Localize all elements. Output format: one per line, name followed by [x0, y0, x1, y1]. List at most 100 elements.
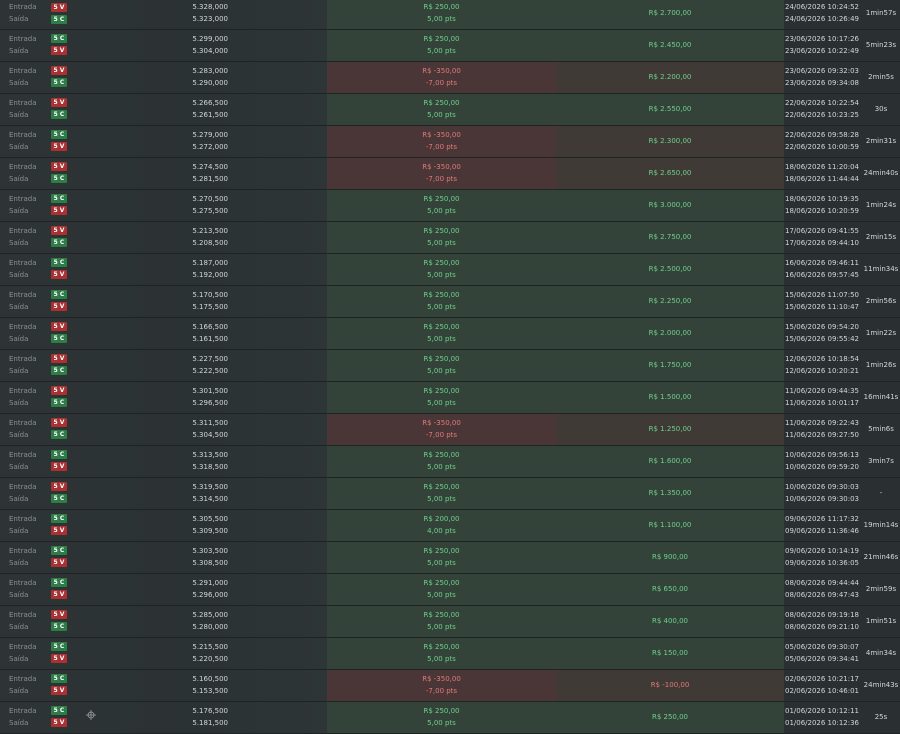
result-points: 5,00 pts — [427, 367, 456, 375]
table-row[interactable]: Entrada Saída 5 V 5 C 5.301,500 5.296,500 R$ 2… — [0, 382, 900, 414]
entry-side-badge: 5 C — [51, 706, 67, 715]
entry-datetime: 02/06/2026 10:21:17 — [784, 675, 859, 683]
result-value: R$ -350,00 — [422, 419, 461, 427]
exit-price: 5.261,500 — [192, 111, 228, 119]
exit-label: Saída — [9, 143, 29, 151]
entry-price: 5.319,500 — [192, 483, 228, 491]
entry-side-badge: 5 C — [51, 674, 67, 683]
entry-label: Entrada — [9, 419, 37, 427]
exit-side-badge: 5 C — [51, 78, 67, 87]
table-row[interactable]: Entrada Saída 5 C 5 V 5.270,500 5.275,500 R$ 2… — [0, 190, 900, 222]
table-row[interactable]: Entrada Saída 5 V 5 C 5.227,500 5.222,500 R$ 2… — [0, 350, 900, 382]
duration: 2min59s — [865, 585, 897, 593]
entry-price: 5.303,500 — [192, 547, 228, 555]
duration: 30s — [874, 105, 888, 113]
duration: 1min57s — [865, 9, 897, 17]
table-row[interactable]: Entrada Saída 5 V 5 C 5.328,000 5.323,000 R$ 2… — [0, 0, 900, 30]
exit-price: 5.181,500 — [192, 719, 228, 727]
exit-label: Saída — [9, 239, 29, 247]
balance: R$ 1.750,00 — [648, 361, 692, 369]
entry-side-badge: 5 C — [51, 290, 67, 299]
exit-datetime: 17/06/2026 09:44:10 — [784, 239, 859, 247]
entry-side-badge: 5 V — [51, 610, 67, 619]
balance: R$ 2.650,00 — [648, 169, 692, 177]
balance: R$ 3.000,00 — [648, 201, 692, 209]
exit-label: Saída — [9, 495, 29, 503]
entry-datetime: 10/06/2026 09:30:03 — [784, 483, 859, 491]
table-row[interactable]: Entrada Saída 5 V 5 C 5.266,500 5.261,500 R$ 2… — [0, 94, 900, 126]
entry-side-badge: 5 V — [51, 98, 67, 107]
table-row[interactable]: Entrada Saída 5 V 5 C 5.311,500 5.304,500 R$ -… — [0, 414, 900, 446]
table-row[interactable]: Entrada Saída 5 V 5 C 5.213,500 5.208,500 R$ 2… — [0, 222, 900, 254]
exit-side-badge: 5 C — [51, 110, 67, 119]
exit-price: 5.161,500 — [192, 335, 228, 343]
table-row[interactable]: Entrada Saída 5 C 5 V 5.187,000 5.192,000 R$ 2… — [0, 254, 900, 286]
entry-datetime: 08/06/2026 09:19:18 — [784, 611, 859, 619]
exit-price: 5.296,500 — [192, 399, 228, 407]
duration: 24min40s — [863, 169, 899, 177]
exit-price: 5.220,500 — [192, 655, 228, 663]
duration: 21min46s — [863, 553, 899, 561]
entry-datetime: 15/06/2026 11:07:50 — [784, 291, 859, 299]
exit-side-badge: 5 C — [51, 398, 67, 407]
table-row[interactable]: Entrada Saída 5 C 5 V 5.305,500 5.309,500 R$ 2… — [0, 510, 900, 542]
entry-label: Entrada — [9, 515, 37, 523]
entry-datetime: 23/06/2026 10:17:26 — [784, 35, 859, 43]
table-row[interactable]: Entrada Saída 5 C 5 V 5.170,500 5.175,500 R$ 2… — [0, 286, 900, 318]
entry-datetime: 08/06/2026 09:44:44 — [784, 579, 859, 587]
table-row[interactable]: Entrada Saída 5 V 5 C 5.274,500 5.281,500 R$ -… — [0, 158, 900, 190]
table-row[interactable]: Entrada Saída 5 C 5 V 5.215,500 5.220,500 R$ 2… — [0, 638, 900, 670]
result-points: 5,00 pts — [427, 559, 456, 567]
entry-datetime: 17/06/2026 09:41:55 — [784, 227, 859, 235]
result-value: R$ -350,00 — [422, 163, 461, 171]
entry-side-badge: 5 C — [51, 258, 67, 267]
exit-price: 5.153,500 — [192, 687, 228, 695]
table-row[interactable]: Entrada Saída 5 V 5 C 5.285,000 5.280,000 R$ 2… — [0, 606, 900, 638]
exit-side-badge: 5 V — [51, 590, 67, 599]
exit-label: Saída — [9, 687, 29, 695]
exit-label: Saída — [9, 559, 29, 567]
duration: 4min34s — [865, 649, 897, 657]
exit-datetime: 09/06/2026 11:36:46 — [784, 527, 859, 535]
duration: 24min43s — [863, 681, 899, 689]
exit-datetime: 16/06/2026 09:57:45 — [784, 271, 859, 279]
exit-datetime: 01/06/2026 10:12:36 — [784, 719, 859, 727]
exit-datetime: 24/06/2026 10:26:49 — [784, 15, 859, 23]
result-points: 5,00 pts — [427, 111, 456, 119]
result-value: R$ 250,00 — [423, 291, 460, 299]
table-row[interactable]: Entrada Saída 5 V 5 C 5.319,500 5.314,500 R$ 2… — [0, 478, 900, 510]
table-row[interactable]: Entrada Saída 5 C 5 V 5.160,500 5.153,500 R$ -… — [0, 670, 900, 702]
exit-price: 5.175,500 — [192, 303, 228, 311]
balance: R$ 1.250,00 — [648, 425, 692, 433]
balance: R$ 1.600,00 — [648, 457, 692, 465]
table-row[interactable]: Entrada Saída 5 C 5 V 5.299,000 5.304,000 R$ 2… — [0, 30, 900, 62]
entry-label: Entrada — [9, 387, 37, 395]
entry-price: 5.283,000 — [192, 67, 228, 75]
table-row[interactable]: Entrada Saída 5 V 5 C 5.166,500 5.161,500 R$ 2… — [0, 318, 900, 350]
exit-price: 5.281,500 — [192, 175, 228, 183]
balance: R$ 150,00 — [651, 649, 689, 657]
exit-datetime: 15/06/2026 09:55:42 — [784, 335, 859, 343]
entry-price: 5.313,500 — [192, 451, 228, 459]
duration: 16min41s — [863, 393, 899, 401]
entry-price: 5.270,500 — [192, 195, 228, 203]
entry-price: 5.213,500 — [192, 227, 228, 235]
table-row[interactable]: Entrada Saída 5 C 5 V 5.303,500 5.308,500 R$ 2… — [0, 542, 900, 574]
table-row[interactable]: Entrada Saída 5 C 5 V 5.176,500 5.181,500 R$ 2… — [0, 702, 900, 734]
entry-price: 5.160,500 — [192, 675, 228, 683]
balance: R$ 1.500,00 — [648, 393, 692, 401]
table-row[interactable]: Entrada Saída 5 C 5 V 5.279,000 5.272,000 R$ -… — [0, 126, 900, 158]
exit-label: Saída — [9, 271, 29, 279]
result-value: R$ 250,00 — [423, 195, 460, 203]
table-row[interactable]: Entrada Saída 5 V 5 C 5.283,000 5.290,000 R$ -… — [0, 62, 900, 94]
entry-datetime: 01/06/2026 10:12:11 — [784, 707, 859, 715]
table-row[interactable]: Entrada Saída 5 C 5 V 5.313,500 5.318,500 R$ 2… — [0, 446, 900, 478]
entry-label: Entrada — [9, 259, 37, 267]
duration: 2min15s — [865, 233, 897, 241]
entry-datetime: 09/06/2026 11:17:32 — [784, 515, 859, 523]
entry-side-badge: 5 V — [51, 354, 67, 363]
exit-datetime: 22/06/2026 10:23:25 — [784, 111, 859, 119]
table-row[interactable]: Entrada Saída 5 C 5 V 5.291,000 5.296,000 R$ 2… — [0, 574, 900, 606]
exit-price: 5.280,000 — [192, 623, 228, 631]
duration: 2min5s — [868, 73, 894, 81]
